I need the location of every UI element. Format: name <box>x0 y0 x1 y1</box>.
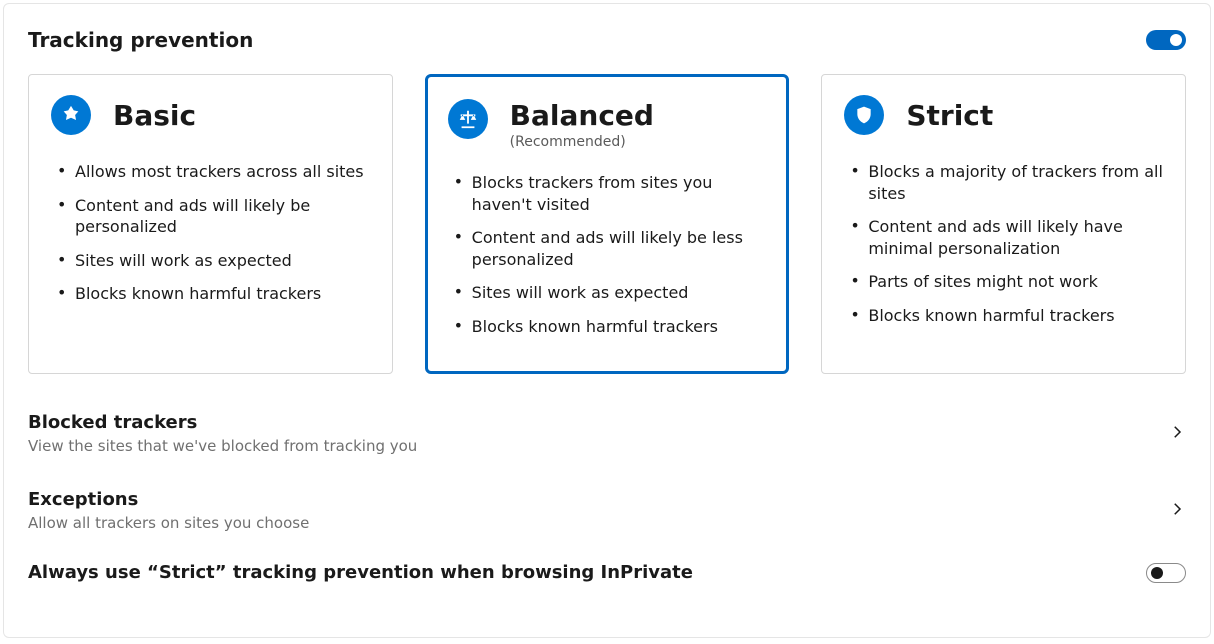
list-item: Parts of sites might not work <box>848 265 1163 299</box>
exceptions-row[interactable]: Exceptions Allow all trackers on sites y… <box>28 477 1186 544</box>
card-title: Basic <box>113 99 196 132</box>
card-head: Basic <box>51 95 370 135</box>
card-head: Balanced (Recommended) <box>448 95 767 150</box>
row-title: Blocked trackers <box>28 412 417 433</box>
card-basic[interactable]: Basic Allows most trackers across all si… <box>28 74 393 374</box>
card-bullets: Blocks trackers from sites you haven't v… <box>448 166 767 344</box>
card-balanced[interactable]: Balanced (Recommended) Blocks trackers f… <box>425 74 790 374</box>
chevron-right-icon <box>1168 500 1186 522</box>
card-bullets: Blocks a majority of trackers from all s… <box>844 155 1163 333</box>
list-item: Sites will work as expected <box>452 276 767 310</box>
list-item: Allows most trackers across all sites <box>55 155 370 189</box>
tracking-prevention-panel: Tracking prevention Basic Allows most tr… <box>3 3 1211 638</box>
list-item: Blocks a majority of trackers from all s… <box>848 155 1163 210</box>
shield-icon <box>844 95 884 135</box>
card-title: Strict <box>906 99 993 132</box>
card-subtitle: (Recommended) <box>510 134 654 150</box>
target-icon <box>51 95 91 135</box>
list-item: Blocks known harmful trackers <box>452 310 767 344</box>
list-item: Blocks trackers from sites you haven't v… <box>452 166 767 221</box>
blocked-trackers-row[interactable]: Blocked trackers View the sites that we'… <box>28 400 1186 467</box>
card-bullets: Allows most trackers across all sites Co… <box>51 155 370 311</box>
list-item: Sites will work as expected <box>55 244 370 278</box>
chevron-right-icon <box>1168 423 1186 445</box>
header-row: Tracking prevention <box>28 28 1186 52</box>
row-desc: Allow all trackers on sites you choose <box>28 514 309 532</box>
card-title: Balanced <box>510 99 654 132</box>
list-item: Blocks known harmful trackers <box>848 299 1163 333</box>
card-strict[interactable]: Strict Blocks a majority of trackers fro… <box>821 74 1186 374</box>
list-item: Content and ads will likely have minimal… <box>848 210 1163 265</box>
toggle-knob <box>1170 34 1182 46</box>
toggle-knob <box>1151 567 1163 579</box>
card-head: Strict <box>844 95 1163 135</box>
section-title: Tracking prevention <box>28 28 253 52</box>
scales-icon <box>448 99 488 139</box>
tracking-prevention-toggle[interactable] <box>1146 30 1186 50</box>
strict-inprivate-toggle[interactable] <box>1146 563 1186 583</box>
list-item: Content and ads will likely be personali… <box>55 189 370 244</box>
row-title: Exceptions <box>28 489 309 510</box>
list-item: Blocks known harmful trackers <box>55 277 370 311</box>
strict-inprivate-label: Always use “Strict” tracking prevention … <box>28 562 693 583</box>
row-desc: View the sites that we've blocked from t… <box>28 437 417 455</box>
strict-inprivate-row: Always use “Strict” tracking prevention … <box>28 544 1186 583</box>
list-item: Content and ads will likely be less pers… <box>452 221 767 276</box>
level-cards: Basic Allows most trackers across all si… <box>28 74 1186 374</box>
